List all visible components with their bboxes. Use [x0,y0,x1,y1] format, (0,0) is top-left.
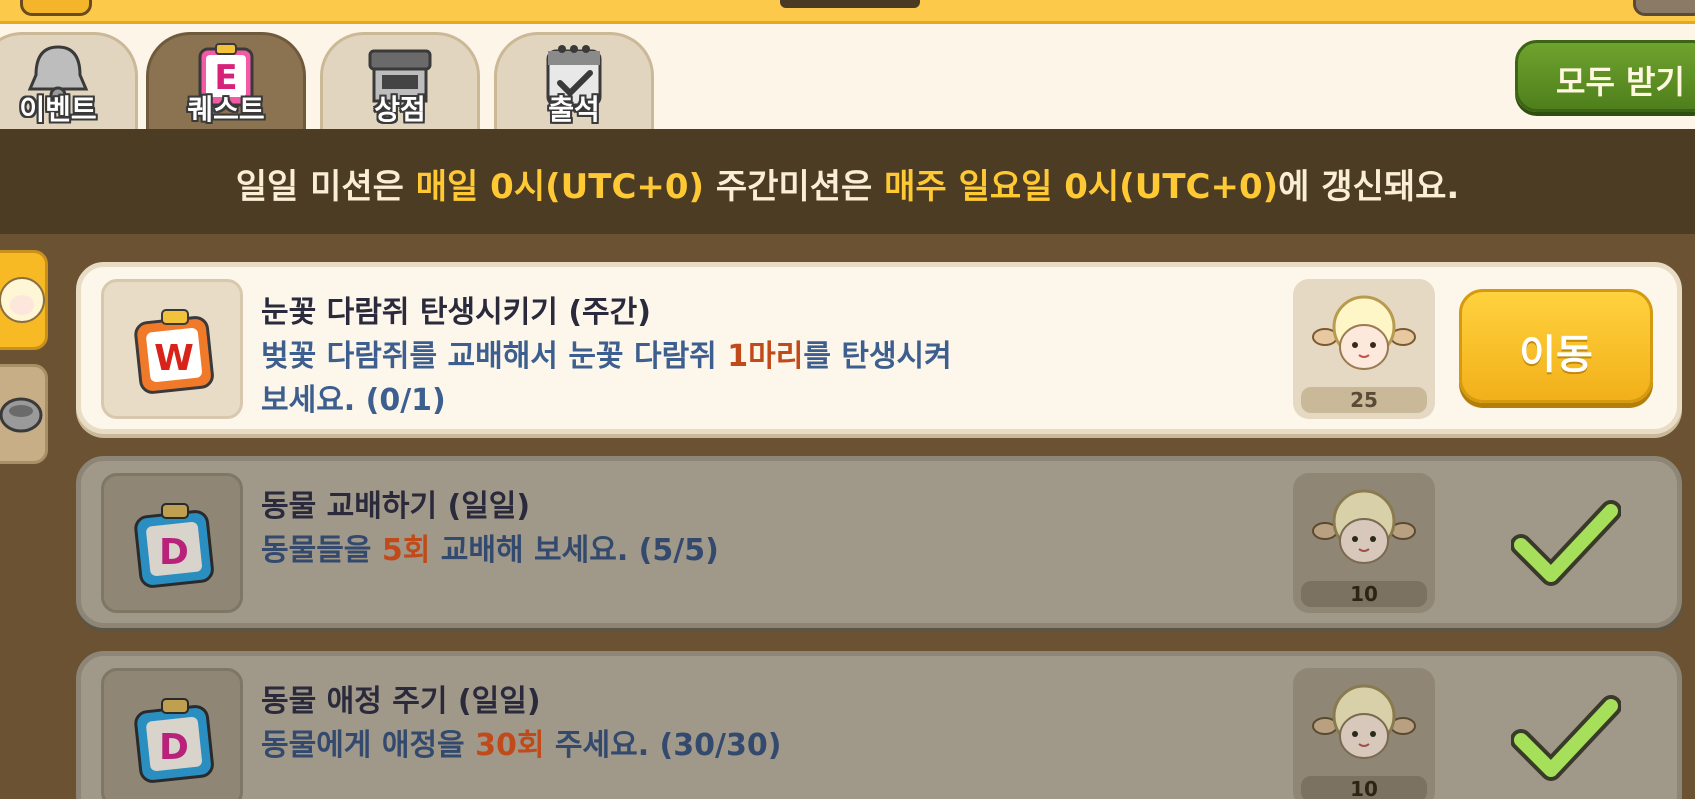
quest-desc-text: 벚꽃 다람쥐를 교배해서 눈꽃 다람쥐 [261,339,728,374]
reset-notice-text: 일일 미션은 매일 0시(UTC+0) 주간미션은 매주 일요일 0시(UTC+… [0,159,1695,208]
notice-suffix: 에 갱신돼요. [1278,167,1460,207]
quest-desc-text: 동물들을 [261,533,382,568]
sheep-reward-icon [1312,489,1416,564]
daily-badge-letter: D [159,532,189,573]
quest-desc-count: 30회 [475,728,545,763]
back-button[interactable] [20,0,92,16]
sheep-icon [0,277,45,323]
reward-count: 25 [1301,387,1427,413]
side-tab-item[interactable] [0,364,48,464]
quest-description: 벚꽃 다람쥐를 교배해서 눈꽃 다람쥐 1마리를 탄생시켜 보세요. (0/1) [261,335,961,423]
weekly-badge-icon: W [134,309,214,394]
daily-badge-icon: D [134,503,214,588]
tab-quest[interactable]: E 퀘스트 [146,32,306,130]
daily-badge-letter: D [159,727,189,768]
top-bar [0,0,1695,24]
go-button[interactable]: 이동 [1459,289,1653,403]
reward-count: 10 [1301,581,1427,607]
check-icon [1511,695,1621,781]
quest-badge-box: D [101,668,243,799]
close-button[interactable] [1633,0,1695,16]
reward-box: 25 [1293,279,1435,419]
quest-badge-box: D [101,473,243,613]
pot-icon [0,397,43,433]
quest-desc-progress: 교배해 보세요. (5/5) [430,533,719,568]
quest-desc-count: 5회 [381,533,431,568]
claim-all-button[interactable]: 모두 받기 [1515,40,1695,112]
side-tab-animal[interactable] [0,250,48,350]
quest-desc-count: 1마리 [727,339,804,374]
tab-event-label: 이벤트 [19,93,97,126]
notice-weekly-label: 주간미션은 [704,167,885,207]
quest-card: D 동물 애정 주기 (일일) 동물에게 애정을 30회 주세요. (30/30… [76,651,1682,799]
notice-daily-time: 매일 0시(UTC+0) [415,167,705,207]
reward-count: 10 [1301,776,1427,799]
reward-box: 10 [1293,668,1435,799]
quest-title: 동물 교배하기 (일일) [261,489,531,524]
window-title-plate [780,0,920,8]
quest-card: D 동물 교배하기 (일일) 동물들을 5회 교배해 보세요. (5/5) 10 [76,456,1682,628]
tab-quest-label: 퀘스트 [187,93,265,126]
quest-description: 동물들을 5회 교배해 보세요. (5/5) [261,529,961,573]
tab-attendance[interactable]: 출석 [494,32,654,130]
quest-badge-box: W [101,279,243,419]
sheep-reward-icon [1312,684,1416,759]
tab-attendance-label: 출석 [548,93,600,126]
weekly-badge-letter: W [154,338,194,379]
check-icon [1511,500,1621,586]
notice-weekly-time: 매주 일요일 0시(UTC+0) [884,167,1279,207]
claim-all-label: 모두 받기 [1556,63,1685,101]
quest-title: 동물 애정 주기 (일일) [261,684,541,719]
tab-shop[interactable]: 상점 [320,32,480,130]
sheep-reward-icon [1312,295,1416,370]
quest-title: 눈꽃 다람쥐 탄생시키기 (주간) [261,295,651,330]
daily-badge-icon: D [134,698,214,783]
reset-notice-bar: 일일 미션은 매일 0시(UTC+0) 주간미션은 매주 일요일 0시(UTC+… [0,129,1695,234]
tab-event[interactable]: 이벤트 [0,32,138,130]
quest-desc-text: 동물에게 애정을 [261,728,476,763]
quest-description: 동물에게 애정을 30회 주세요. (30/30) [261,724,961,768]
quest-card: W 눈꽃 다람쥐 탄생시키기 (주간) 벚꽃 다람쥐를 교배해서 눈꽃 다람쥐 … [76,262,1682,434]
notice-daily-label: 일일 미션은 [235,167,416,207]
reward-box: 10 [1293,473,1435,613]
go-button-label: 이동 [1519,332,1593,378]
quest-desc-progress: 주세요. (30/30) [544,728,782,763]
tab-shop-label: 상점 [374,93,426,126]
